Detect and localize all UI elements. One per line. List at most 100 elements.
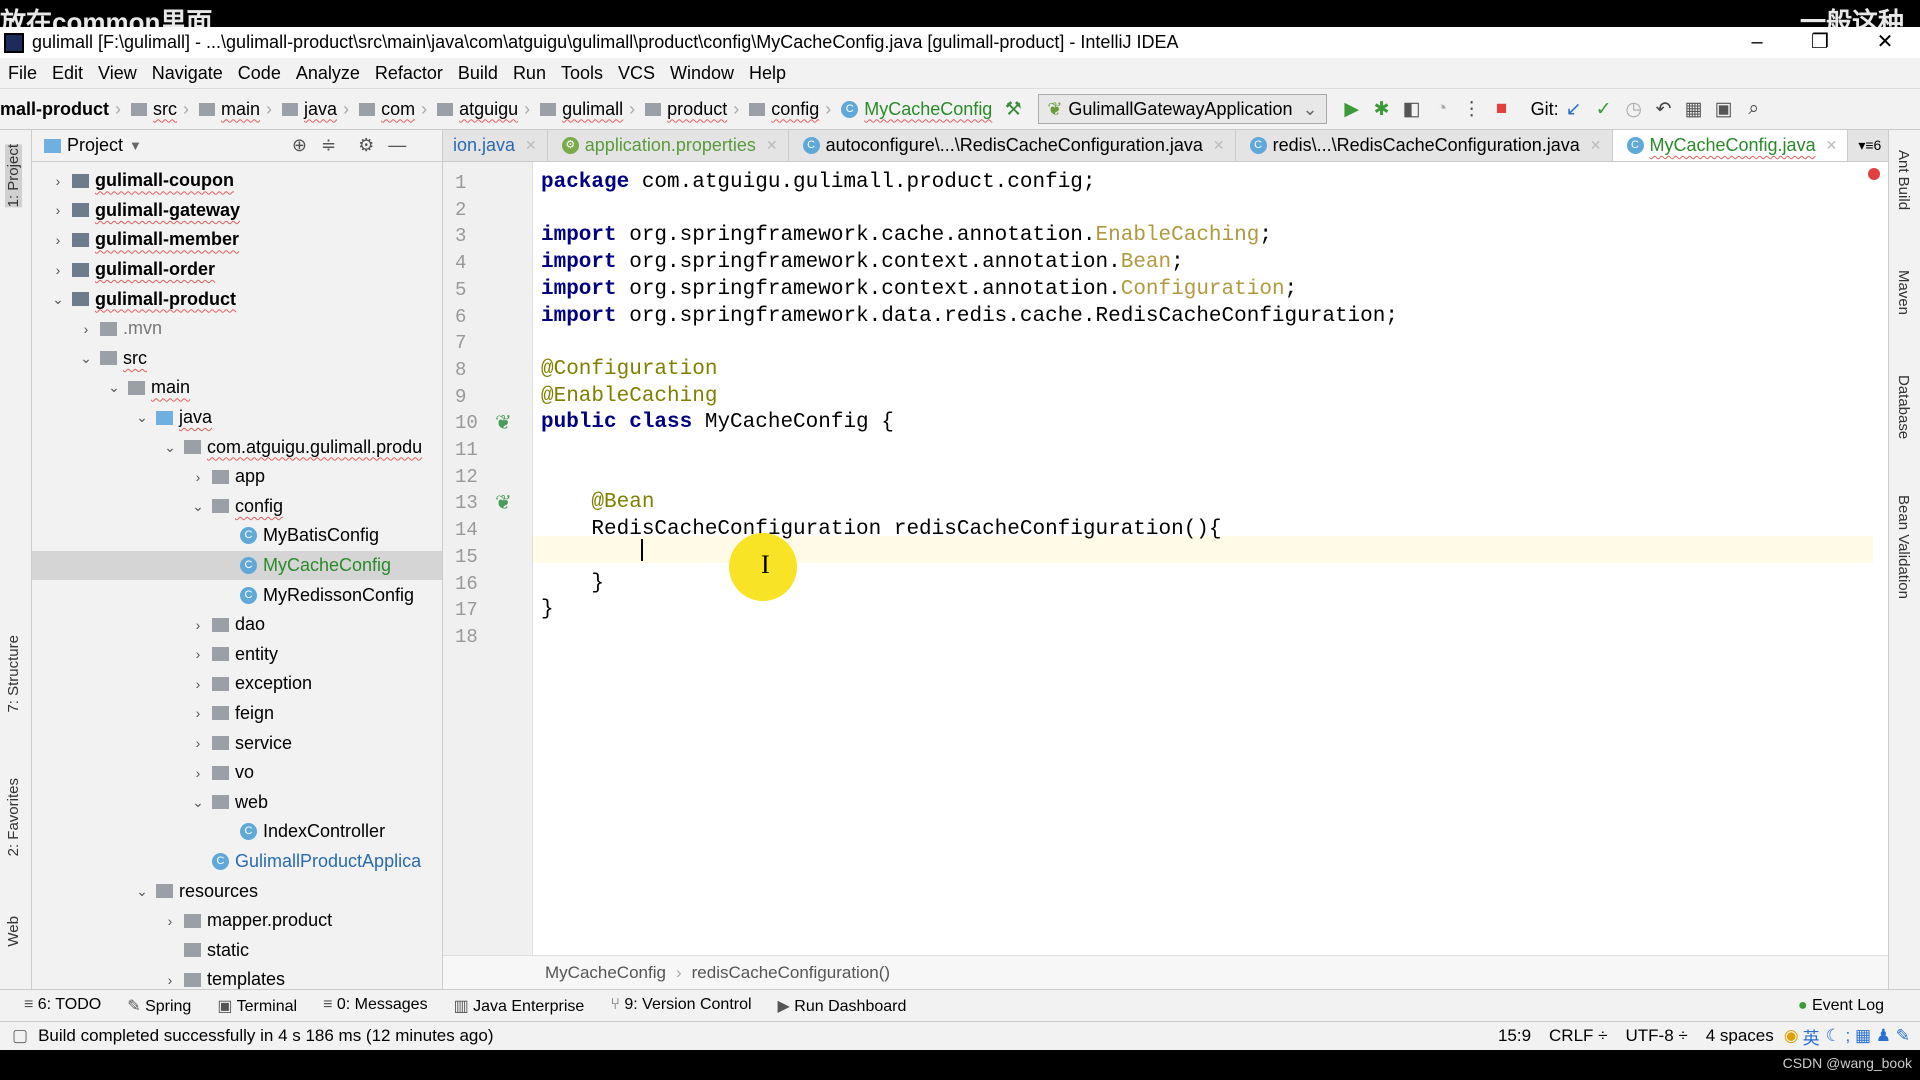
tree-item[interactable]: static (32, 935, 442, 965)
toggle-tool-windows-icon[interactable]: ▢ (12, 1026, 28, 1046)
toolwindow-run-dashboard[interactable]: ▶ Run Dashboard (778, 996, 907, 1016)
tree-item[interactable]: › app (32, 462, 442, 492)
chevron-down-icon[interactable]: ▼ (129, 138, 142, 153)
terminal-window-icon[interactable]: ▣ (1709, 98, 1739, 121)
chevron-right-icon[interactable]: › (48, 173, 68, 189)
toolwindow-java-enterprise[interactable]: ▥ Java Enterprise (454, 996, 585, 1016)
chevron-down-icon[interactable]: ⌄ (188, 794, 208, 811)
chevron-right-icon[interactable]: › (188, 765, 208, 781)
chevron-right-icon[interactable]: › (160, 972, 180, 988)
chevron-right-icon[interactable]: › (188, 676, 208, 692)
chevron-down-icon[interactable]: ⌄ (160, 439, 180, 456)
tree-item[interactable]: ⌄ main (32, 373, 442, 403)
menu-navigate[interactable]: Navigate (152, 63, 223, 84)
menu-window[interactable]: Window (670, 63, 734, 84)
tree-item[interactable]: › vo (32, 758, 442, 788)
minimize-button[interactable]: – (1732, 27, 1782, 58)
chevron-right-icon[interactable]: › (48, 202, 68, 218)
nav-crumb[interactable]: mall-product › (0, 99, 121, 120)
nav-crumb[interactable]: gulimall › (536, 99, 635, 120)
coverage-icon[interactable]: ◧ (1397, 98, 1427, 121)
menu-tools[interactable]: Tools (561, 63, 603, 84)
tool-project[interactable]: 1: Project (5, 144, 22, 208)
menu-file[interactable]: File (8, 63, 37, 84)
tab-autoconfigure-rediscacheconfiguration-java[interactable]: Cautoconfigure\...\RedisCacheConfigurati… (789, 130, 1236, 161)
chevron-down-icon[interactable]: ⌄ (104, 379, 124, 396)
nav-crumb[interactable]: com › (355, 99, 427, 120)
collapse-all-icon[interactable]: ≑ (321, 135, 336, 156)
tool-favorites[interactable]: 2: Favorites (5, 778, 22, 856)
tab-redis-rediscacheconfiguration-java[interactable]: Credis\...\RedisCacheConfiguration.java ✕ (1236, 130, 1613, 161)
tree-item[interactable]: › exception (32, 669, 442, 699)
locate-icon[interactable]: ⊕ (292, 135, 307, 156)
run-icon[interactable]: ▶ (1337, 98, 1367, 121)
tree-item[interactable]: ⌄ gulimall-product (32, 284, 442, 314)
file-encoding[interactable]: UTF-8 ÷ (1625, 1026, 1687, 1046)
chevron-right-icon[interactable]: › (188, 735, 208, 751)
git-rollback-icon[interactable]: ↶ (1649, 98, 1679, 121)
nav-crumb[interactable]: C MyCacheConfig (837, 99, 992, 120)
tree-item[interactable]: ⌄ com.atguigu.gulimall.produ (32, 432, 442, 462)
project-structure-icon[interactable]: ▦ (1679, 98, 1709, 121)
nav-crumb[interactable]: src › (127, 99, 189, 120)
tree-item[interactable]: › dao (32, 610, 442, 640)
tree-item[interactable]: › .mvn (32, 314, 442, 344)
search-icon[interactable]: ⌕ (1739, 98, 1769, 120)
tool-maven[interactable]: Maven (1895, 270, 1912, 315)
nav-crumb[interactable]: main › (195, 99, 272, 120)
hide-icon[interactable]: — (388, 135, 406, 156)
restore-button[interactable]: ❐ (1795, 27, 1845, 58)
indent-setting[interactable]: 4 spaces (1706, 1026, 1774, 1046)
tree-item[interactable]: › entity (32, 640, 442, 670)
tool-database[interactable]: Database (1895, 375, 1912, 439)
tab-ion-java[interactable]: ion.java ✕ (443, 130, 548, 161)
project-view-select[interactable]: Project (67, 135, 123, 156)
tree-item[interactable]: ⌄ config (32, 492, 442, 522)
error-indicator-icon[interactable] (1868, 168, 1880, 180)
tree-item[interactable]: › gulimall-gateway (32, 196, 442, 226)
tool-bean-validation[interactable]: Bean Validation (1895, 495, 1912, 599)
menu-build[interactable]: Build (458, 63, 498, 84)
nav-crumb[interactable]: java › (278, 99, 349, 120)
event-log-button[interactable]: ● Event Log (1798, 997, 1884, 1015)
spring-bean-gutter-icon[interactable]: ❦ (495, 410, 512, 435)
build-hammer-icon[interactable]: ⚒ (998, 98, 1028, 121)
git-update-icon[interactable]: ↙ (1559, 98, 1589, 121)
tree-item[interactable]: ⌄ java (32, 403, 442, 433)
close-tab-icon[interactable]: ✕ (1213, 137, 1225, 154)
tool-structure[interactable]: 7: Structure (5, 635, 22, 713)
tree-item[interactable]: › service (32, 728, 442, 758)
tree-item[interactable]: › mapper.product (32, 906, 442, 936)
nav-crumb[interactable]: product › (641, 99, 739, 120)
tree-item[interactable]: › templates (32, 965, 442, 989)
breadcrumb-class[interactable]: MyCacheConfig (545, 963, 666, 983)
toolwindow-terminal[interactable]: ▣ Terminal (217, 996, 297, 1016)
chevron-right-icon[interactable]: › (48, 232, 68, 248)
tree-item[interactable]: C IndexController (32, 817, 442, 847)
line-separator[interactable]: CRLF ÷ (1549, 1026, 1607, 1046)
toolwindow-spring[interactable]: ✎ Spring (127, 996, 191, 1016)
close-tab-icon[interactable]: ✕ (1826, 137, 1838, 154)
tree-item[interactable]: ⌄ src (32, 344, 442, 374)
tree-item[interactable]: › feign (32, 699, 442, 729)
tree-item[interactable]: C MyRedissonConfig (32, 580, 442, 610)
close-button[interactable]: ✕ (1860, 27, 1910, 58)
menu-code[interactable]: Code (238, 63, 281, 84)
menu-edit[interactable]: Edit (52, 63, 83, 84)
chevron-right-icon[interactable]: › (188, 617, 208, 633)
tree-item[interactable]: ⌄ resources (32, 876, 442, 906)
gear-icon[interactable]: ⚙ (358, 135, 374, 156)
chevron-down-icon[interactable]: ⌄ (132, 883, 152, 900)
chevron-down-icon[interactable]: ⌄ (48, 291, 68, 308)
tree-item[interactable]: › gulimall-order (32, 255, 442, 285)
chevron-right-icon[interactable]: › (188, 469, 208, 485)
tool-web[interactable]: Web (5, 916, 22, 947)
tab-application-properties[interactable]: ⚙ application.properties ✕ (548, 130, 789, 161)
menu-help[interactable]: Help (749, 63, 786, 84)
close-tab-icon[interactable]: ✕ (1590, 137, 1602, 154)
toolwindow--todo[interactable]: ≡ 6: TODO (24, 996, 101, 1016)
chevron-right-icon[interactable]: › (76, 321, 96, 337)
nav-crumb[interactable]: atguigu › (433, 99, 530, 120)
git-commit-icon[interactable]: ✓ (1589, 98, 1619, 121)
chevron-right-icon[interactable]: › (48, 262, 68, 278)
